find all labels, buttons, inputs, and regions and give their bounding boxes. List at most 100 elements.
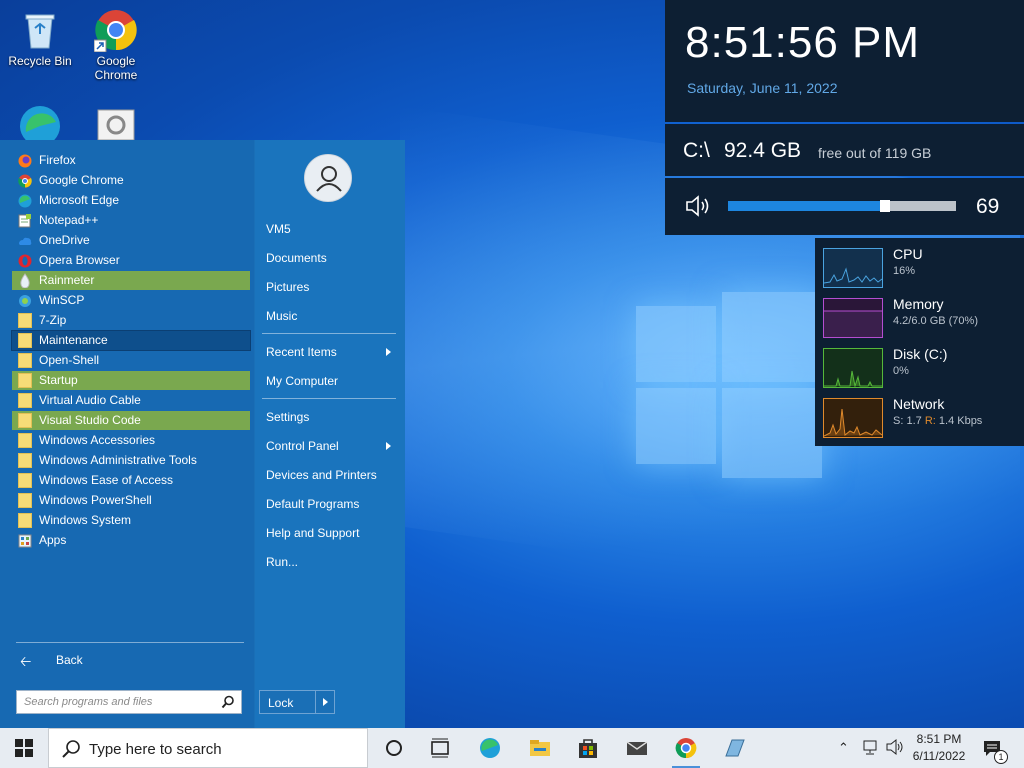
notepad-icon[interactable] [722, 736, 746, 760]
taskbar: Type here to search ⌃ 8:51 PM 6/11/2022 … [0, 728, 1024, 768]
chevron-right-icon [386, 442, 391, 450]
program-rainmeter[interactable]: Rainmeter [12, 271, 250, 290]
user-icon [316, 166, 342, 192]
menu-music[interactable]: Music [266, 309, 297, 323]
mail-icon[interactable] [625, 736, 649, 760]
folder-icon [18, 513, 32, 528]
cortana-icon[interactable] [382, 736, 406, 760]
program-microsoft-edge[interactable]: Microsoft Edge [12, 191, 250, 210]
notification-count-badge: 1 [994, 750, 1008, 764]
speaker-icon[interactable] [685, 194, 713, 223]
disk-free: 92.4 GB [724, 139, 802, 162]
disk-widget: C:\ 92.4 GB free out of 119 GB [665, 124, 1024, 176]
disk-total: free out of 119 GB [818, 145, 932, 161]
task-view-icon[interactable] [428, 736, 452, 760]
taskbar-time[interactable]: 8:51 PM [914, 732, 964, 746]
search-icon[interactable] [221, 695, 235, 714]
network-value: S: 1.7 R: 1.4 Kbps [893, 415, 983, 427]
memory-graph [823, 298, 883, 338]
rainmeter-icon [18, 273, 32, 289]
menu-help-support[interactable]: Help and Support [266, 526, 359, 540]
folder-icon [18, 493, 32, 508]
clock-time: 8:51:56 PM [685, 18, 921, 67]
volume-slider[interactable] [728, 200, 956, 212]
desktop-icon-google-chrome[interactable]: Google Chrome [76, 8, 156, 82]
clock-widget: 8:51:56 PM Saturday, June 11, 2022 [665, 0, 1024, 122]
volume-thumb[interactable] [880, 200, 890, 212]
divider [262, 398, 396, 399]
folder-icon [18, 473, 32, 488]
folder-icon [18, 393, 32, 408]
memory-title: Memory [893, 296, 944, 312]
search-icon [61, 739, 81, 764]
folder-windows-system[interactable]: Windows System [12, 511, 250, 530]
disk-perf-value: 0% [893, 365, 909, 377]
performance-widget: CPU 16% Memory 4.2/6.0 GB (70%) Disk (C:… [815, 238, 1024, 446]
program-google-chrome[interactable]: Google Chrome [12, 171, 250, 190]
menu-documents[interactable]: Documents [266, 251, 327, 265]
recycle-bin-icon [18, 8, 62, 52]
folder-windows-ease-of-access[interactable]: Windows Ease of Access [12, 471, 250, 490]
clock-date: Saturday, June 11, 2022 [687, 80, 838, 96]
chevron-right-icon[interactable] [323, 698, 328, 706]
apps-icon [18, 533, 32, 548]
volume-widget: 69 [665, 178, 1024, 235]
disk-drive: C:\ [683, 139, 710, 162]
program-onedrive[interactable]: OneDrive [12, 231, 250, 250]
menu-default-programs[interactable]: Default Programs [266, 497, 359, 511]
folder-windows-accessories[interactable]: Windows Accessories [12, 431, 250, 450]
cpu-title: CPU [893, 246, 923, 262]
program-opera-browser[interactable]: Opera Browser [12, 251, 250, 270]
cpu-graph [823, 248, 883, 288]
menu-settings[interactable]: Settings [266, 410, 309, 424]
menu-user-folder[interactable]: VM5 [266, 222, 291, 236]
firefox-icon [18, 153, 32, 168]
taskbar-date[interactable]: 6/11/2022 [910, 749, 968, 763]
network-title: Network [893, 396, 945, 412]
menu-run[interactable]: Run... [266, 555, 298, 569]
file-explorer-icon[interactable] [528, 736, 552, 760]
volume-icon[interactable] [886, 738, 904, 761]
folder-visual-studio-code[interactable]: Visual Studio Code [12, 411, 250, 430]
folder-windows-powershell[interactable]: Windows PowerShell [12, 491, 250, 510]
program-notepad-plus-plus[interactable]: Notepad++ [12, 211, 250, 230]
onedrive-icon [18, 233, 32, 248]
chevron-right-icon [386, 348, 391, 356]
folder-7zip[interactable]: 7-Zip [12, 311, 250, 330]
folder-icon [18, 313, 32, 328]
menu-pictures[interactable]: Pictures [266, 280, 309, 294]
user-avatar[interactable] [304, 154, 352, 202]
chrome-icon[interactable] [674, 736, 698, 760]
menu-devices-printers[interactable]: Devices and Printers [266, 468, 377, 482]
folder-icon [18, 333, 32, 348]
menu-my-computer[interactable]: My Computer [266, 374, 338, 388]
windows-start-icon[interactable] [14, 738, 34, 758]
winscp-icon [18, 293, 32, 308]
chrome-icon [93, 8, 138, 53]
taskbar-search-box[interactable]: Type here to search [48, 728, 368, 768]
menu-control-panel[interactable]: Control Panel [266, 439, 339, 453]
folder-maintenance[interactable]: Maintenance [11, 330, 251, 351]
folder-virtual-audio-cable[interactable]: Virtual Audio Cable [12, 391, 250, 410]
lock-button[interactable]: Lock [259, 690, 335, 714]
folder-icon [18, 453, 32, 468]
folder-open-shell[interactable]: Open-Shell [12, 351, 250, 370]
program-firefox[interactable]: Firefox [12, 151, 250, 170]
back-button[interactable]: 🡠 Back [16, 650, 244, 670]
chevron-up-icon[interactable]: ⌃ [838, 740, 849, 756]
memory-value: 4.2/6.0 GB (70%) [893, 315, 978, 327]
menu-recent-items[interactable]: Recent Items [266, 345, 337, 359]
edge-icon [18, 193, 32, 208]
desktop-icon-recycle-bin[interactable]: Recycle Bin [0, 8, 80, 68]
folder-windows-administrative-tools[interactable]: Windows Administrative Tools [12, 451, 250, 470]
start-search-box[interactable]: Search programs and files [16, 690, 242, 714]
program-apps[interactable]: Apps [12, 531, 250, 550]
program-winscp[interactable]: WinSCP [12, 291, 250, 310]
volume-value: 69 [976, 195, 1000, 218]
store-icon[interactable] [576, 736, 600, 760]
network-icon[interactable] [862, 738, 880, 761]
divider [262, 333, 396, 334]
folder-startup[interactable]: Startup [12, 371, 250, 390]
cpu-value: 16% [893, 265, 916, 277]
edge-icon[interactable] [478, 736, 502, 760]
